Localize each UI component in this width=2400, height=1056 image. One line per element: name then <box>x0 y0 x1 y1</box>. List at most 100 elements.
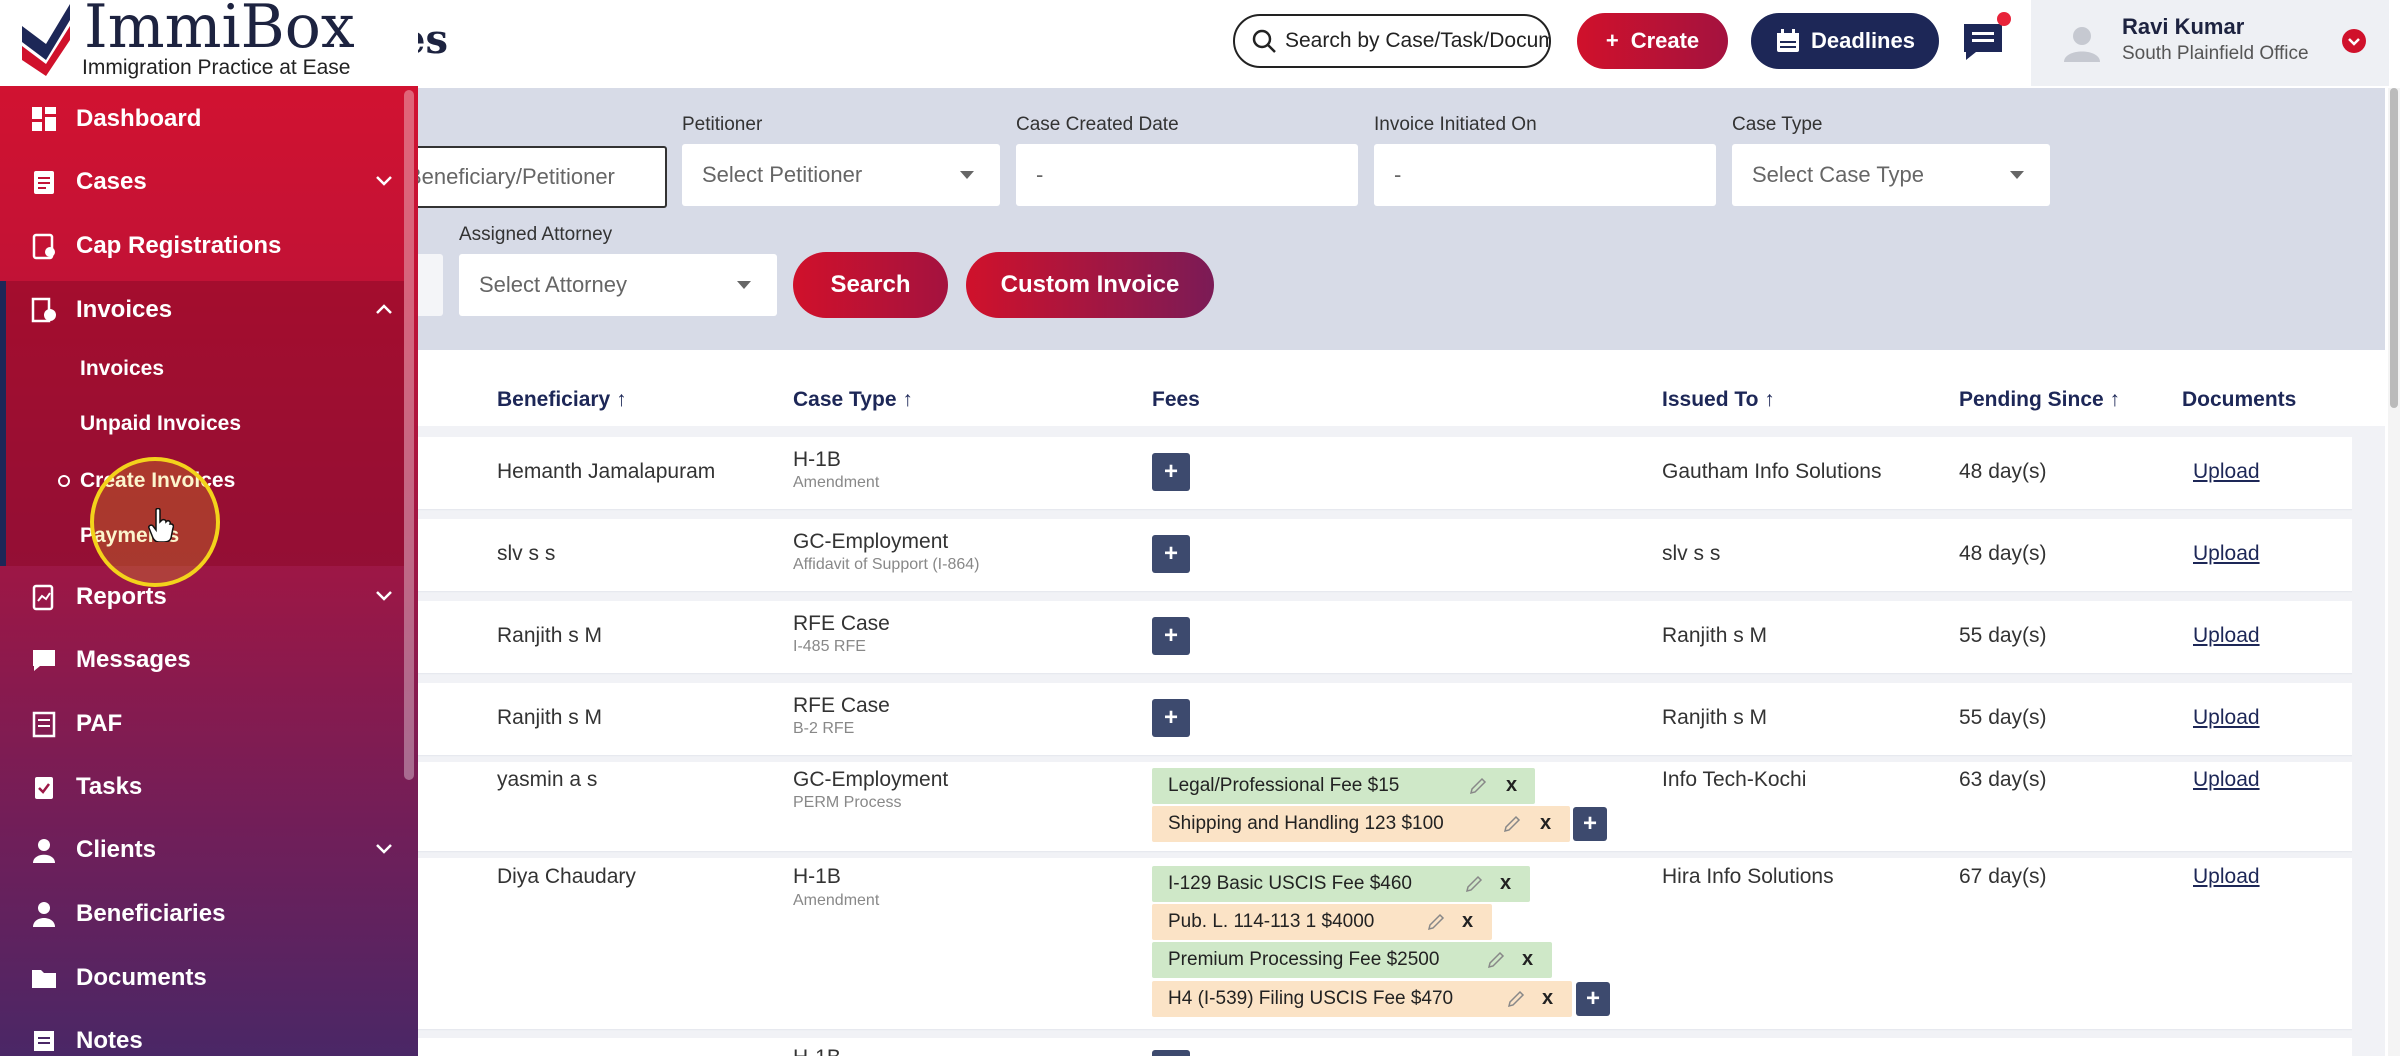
cases-icon <box>34 171 54 194</box>
case-created-label: Case Created Date <box>1016 114 1179 135</box>
case-type-cell: H-1B <box>793 448 841 471</box>
remove-fee-icon[interactable]: x <box>1542 987 1553 1010</box>
sidebar-item-messages[interactable]: Messages <box>0 630 404 690</box>
page-scrollbar[interactable] <box>2388 88 2400 1056</box>
avatar <box>2064 27 2100 62</box>
create-button[interactable]: + Create <box>1577 13 1728 69</box>
add-fee-button[interactable]: + <box>1152 535 1190 573</box>
pencil-icon[interactable] <box>1486 950 1506 970</box>
sidebar-item-label: Documents <box>76 964 207 991</box>
column-header-fees: Fees <box>1152 388 1200 411</box>
beneficiary-petitioner-input[interactable]: Beneficiary/Petitioner <box>405 146 667 208</box>
documents-icon <box>32 970 56 988</box>
sidebar-item-label: Invoices <box>76 296 173 323</box>
remove-fee-icon[interactable]: x <box>1462 910 1473 933</box>
global-search-input[interactable]: Search by Case/Task/Document <box>1233 14 1551 68</box>
table-row <box>300 1038 2352 1056</box>
case-type-cell: H-1B <box>793 865 841 888</box>
fee-chip: Legal/Professional Fee $15 x <box>1152 768 1535 804</box>
sidebar-item-cases[interactable]: Cases <box>0 152 404 212</box>
pencil-icon[interactable] <box>1464 874 1484 894</box>
sidebar-item-documents[interactable]: Documents <box>0 948 404 1008</box>
search-placeholder: Search by Case/Task/Document <box>1285 29 1549 52</box>
case-created-date-input[interactable]: - <box>1016 144 1358 206</box>
fee-chip-label: I-129 Basic USCIS Fee $460 <box>1168 873 1412 894</box>
beneficiary-cell: Hemanth Jamalapuram <box>497 460 716 483</box>
deadlines-button-label: Deadlines <box>1811 28 1915 53</box>
caret-down-icon <box>2010 171 2024 179</box>
beneficiary-cell: yasmin a s <box>497 768 598 791</box>
user-office: South Plainfield Office <box>2122 43 2309 64</box>
case-type-cell: RFE Case <box>793 694 890 717</box>
user-menu[interactable]: Ravi Kumar South Plainfield Office <box>2031 0 2389 86</box>
add-fee-button[interactable]: + <box>1152 699 1190 737</box>
add-fee-button[interactable]: + <box>1152 453 1190 491</box>
attorney-placeholder: Select Attorney <box>479 272 627 297</box>
sidebar-item-cap-registrations[interactable]: Cap Registrations <box>0 216 404 276</box>
sidebar-item-dashboard[interactable]: Dashboard <box>0 89 404 149</box>
messages-icon <box>33 650 55 671</box>
deadlines-button[interactable]: Deadlines <box>1751 13 1939 69</box>
fee-chip: Pub. L. 114-113 1 $4000 x <box>1152 904 1492 940</box>
sidebar-item-label: Dashboard <box>76 105 202 132</box>
logo[interactable]: ImmiBox Immigration Practice at Ease <box>0 0 418 86</box>
upload-link[interactable]: Upload <box>2193 865 2260 889</box>
upload-link[interactable]: Upload <box>2193 706 2260 730</box>
beneficiary-cell: Ranjith s M <box>497 624 603 647</box>
issued-to-cell: Ranjith s M <box>1662 706 1768 729</box>
chat-icon[interactable] <box>1960 20 2006 64</box>
invoice-initiated-date-input[interactable]: - <box>1374 144 1716 206</box>
add-fee-button[interactable]: + <box>1576 982 1610 1016</box>
sidebar-item-tasks[interactable]: Tasks <box>0 757 404 817</box>
sidebar-scrollbar[interactable] <box>404 90 414 780</box>
cap-registrations-icon <box>32 233 55 260</box>
case-type-select[interactable]: Select Case Type <box>1732 144 2050 206</box>
petitioner-select[interactable]: Select Petitioner <box>682 144 1000 206</box>
create-button-label: Create <box>1630 28 1700 53</box>
sidebar-item-label: Cap Registrations <box>76 232 282 259</box>
search-button[interactable]: Search <box>793 252 948 318</box>
remove-fee-icon[interactable]: x <box>1522 948 1533 971</box>
sidebar-item-label: Beneficiaries <box>76 900 226 927</box>
case-type-label: Case Type <box>1732 114 1823 135</box>
pencil-icon[interactable] <box>1502 814 1522 834</box>
add-fee-button[interactable]: + <box>1152 1050 1190 1056</box>
assigned-attorney-label: Assigned Attorney <box>459 224 613 245</box>
fee-chip-label: H4 (I-539) Filing USCIS Fee $470 <box>1168 988 1454 1009</box>
pencil-icon[interactable] <box>1426 912 1446 932</box>
attorney-select[interactable]: Select Attorney <box>459 254 777 316</box>
chevron-down-icon <box>376 176 392 186</box>
upload-link[interactable]: Upload <box>2193 624 2260 648</box>
submenu-item-invoices[interactable]: Invoices <box>80 357 164 381</box>
pencil-icon[interactable] <box>1506 989 1526 1009</box>
chevron-down-icon[interactable] <box>2342 29 2366 53</box>
remove-fee-icon[interactable]: x <box>1506 774 1517 797</box>
sidebar-item-clients[interactable]: Clients <box>0 820 404 880</box>
column-header-pending-since[interactable]: Pending Since ↑ <box>1959 388 2120 412</box>
sidebar-item-notes[interactable]: Notes <box>0 1011 404 1056</box>
upload-link[interactable]: Upload <box>2193 768 2260 792</box>
pending-since-cell: 63 day(s) <box>1959 768 2047 791</box>
beneficiary-placeholder: Beneficiary/Petitioner <box>407 164 615 189</box>
sidebar-item-invoices[interactable]: Invoices <box>0 280 404 340</box>
upload-link[interactable]: Upload <box>2193 460 2260 484</box>
sidebar-item-reports[interactable]: Reports <box>0 567 404 627</box>
sidebar-item-paf[interactable]: PAF <box>0 694 404 754</box>
scrollbar-thumb[interactable] <box>2390 88 2398 408</box>
brand-tagline: Immigration Practice at Ease <box>82 56 351 79</box>
remove-fee-icon[interactable]: x <box>1540 812 1551 835</box>
case-subtype-cell: B-2 RFE <box>793 720 855 737</box>
submenu-item-unpaid-invoices[interactable]: Unpaid Invoices <box>80 412 241 436</box>
add-fee-button[interactable]: + <box>1152 617 1190 655</box>
issued-to-cell: slv s s <box>1662 542 1721 565</box>
custom-invoice-button[interactable]: Custom Invoice <box>966 252 1214 318</box>
upload-link[interactable]: Upload <box>2193 542 2260 566</box>
sidebar-item-beneficiaries[interactable]: Beneficiaries <box>0 884 404 944</box>
brand-name: ImmiBox <box>84 0 355 62</box>
column-header-beneficiary[interactable]: Beneficiary ↑ <box>497 388 627 412</box>
remove-fee-icon[interactable]: x <box>1500 872 1511 895</box>
add-fee-button[interactable]: + <box>1573 807 1607 841</box>
column-header-case-type[interactable]: Case Type ↑ <box>793 388 913 412</box>
column-header-issued-to[interactable]: Issued To ↑ <box>1662 388 1775 412</box>
pencil-icon[interactable] <box>1468 776 1488 796</box>
